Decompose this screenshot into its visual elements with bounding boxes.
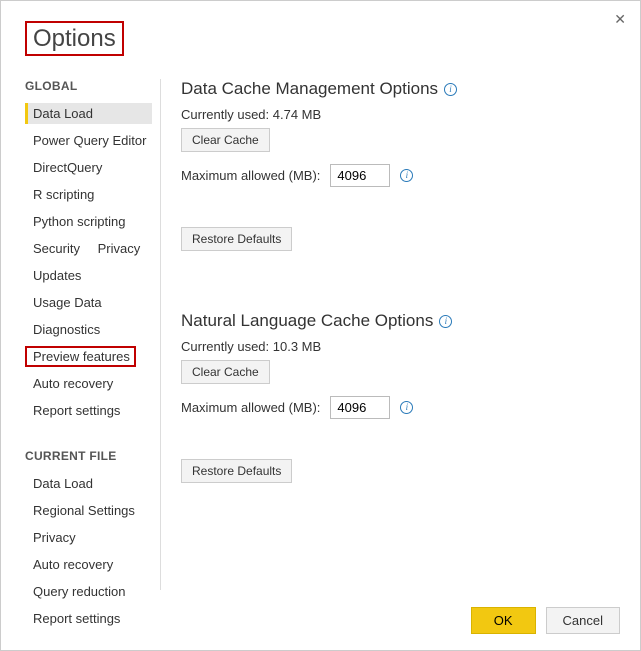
close-icon[interactable]: ✕ bbox=[614, 11, 626, 28]
sidebar-item-updates[interactable]: Updates bbox=[25, 265, 87, 286]
sidebar-item-data-load[interactable]: Data Load bbox=[25, 103, 152, 124]
sidebar-item-cf-privacy[interactable]: Privacy bbox=[25, 527, 82, 548]
sidebar-item-privacy[interactable]: Privacy bbox=[90, 238, 147, 259]
section1-title-row: Data Cache Management Options i bbox=[181, 79, 620, 99]
sidebar-group-current-file: CURRENT FILE bbox=[25, 449, 160, 463]
section2-max-label: Maximum allowed (MB): bbox=[181, 400, 320, 415]
clear-cache-button[interactable]: Clear Cache bbox=[181, 128, 270, 152]
page-title: Options bbox=[25, 21, 124, 56]
sidebar-item-r-scripting[interactable]: R scripting bbox=[25, 184, 100, 205]
sidebar-item-cf-query-reduction[interactable]: Query reduction bbox=[25, 581, 132, 602]
restore-defaults-button[interactable]: Restore Defaults bbox=[181, 227, 292, 251]
sidebar-item-security[interactable]: Security bbox=[25, 238, 86, 259]
sidebar-item-cf-auto-recovery[interactable]: Auto recovery bbox=[25, 554, 119, 575]
sidebar-group-global: GLOBAL bbox=[25, 79, 160, 93]
sidebar-item-python-scripting[interactable]: Python scripting bbox=[25, 211, 132, 232]
clear-cache-button-2[interactable]: Clear Cache bbox=[181, 360, 270, 384]
sidebar: GLOBAL Data Load Power Query Editor Dire… bbox=[25, 79, 161, 590]
sidebar-item-cf-data-load[interactable]: Data Load bbox=[25, 473, 99, 494]
info-icon[interactable]: i bbox=[400, 401, 413, 414]
info-icon[interactable]: i bbox=[439, 315, 452, 328]
section2-title-row: Natural Language Cache Options i bbox=[181, 311, 620, 331]
sidebar-item-auto-recovery[interactable]: Auto recovery bbox=[25, 373, 119, 394]
sidebar-item-report-settings[interactable]: Report settings bbox=[25, 400, 126, 421]
section2-title: Natural Language Cache Options bbox=[181, 311, 433, 331]
section2-used: Currently used: 10.3 MB bbox=[181, 339, 620, 354]
sidebar-item-preview-features[interactable]: Preview features bbox=[25, 346, 136, 367]
section1-used: Currently used: 4.74 MB bbox=[181, 107, 620, 122]
sidebar-item-directquery[interactable]: DirectQuery bbox=[25, 157, 108, 178]
sidebar-item-cf-regional-settings[interactable]: Regional Settings bbox=[25, 500, 141, 521]
dialog-footer: OK Cancel bbox=[471, 607, 620, 634]
sidebar-item-diagnostics[interactable]: Diagnostics bbox=[25, 319, 106, 340]
restore-defaults-button-2[interactable]: Restore Defaults bbox=[181, 459, 292, 483]
cancel-button[interactable]: Cancel bbox=[546, 607, 620, 634]
section1-max-label: Maximum allowed (MB): bbox=[181, 168, 320, 183]
main-panel: Data Cache Management Options i Currentl… bbox=[161, 79, 620, 590]
section2-max-input[interactable] bbox=[330, 396, 390, 419]
info-icon[interactable]: i bbox=[400, 169, 413, 182]
info-icon[interactable]: i bbox=[444, 83, 457, 96]
section1-max-input[interactable] bbox=[330, 164, 390, 187]
ok-button[interactable]: OK bbox=[471, 607, 536, 634]
section1-title: Data Cache Management Options bbox=[181, 79, 438, 99]
sidebar-item-cf-report-settings[interactable]: Report settings bbox=[25, 608, 126, 629]
sidebar-item-power-query-editor[interactable]: Power Query Editor bbox=[25, 130, 152, 151]
sidebar-item-usage-data[interactable]: Usage Data bbox=[25, 292, 108, 313]
